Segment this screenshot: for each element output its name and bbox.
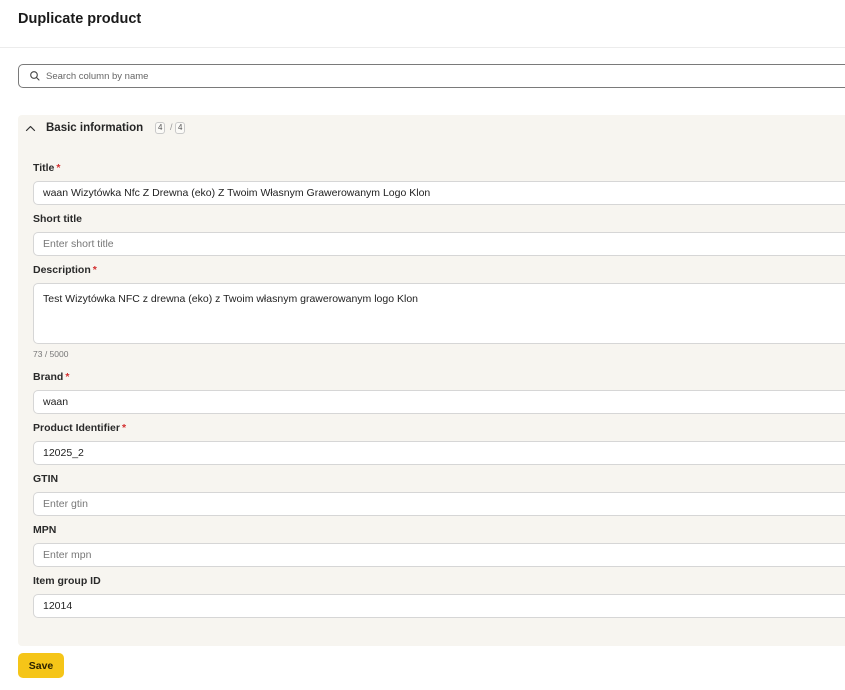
required-marker: * <box>65 371 70 383</box>
section-title: Basic information <box>46 122 144 134</box>
chevron-up-icon[interactable] <box>25 123 36 134</box>
search-input[interactable] <box>46 65 826 87</box>
description-label-text: Description <box>33 264 91 276</box>
required-marker: * <box>56 162 61 174</box>
title-label-text: Title <box>33 162 55 174</box>
item-group-id-label: Item group ID <box>33 575 101 587</box>
product-identifier-label: Product Identifier * <box>33 422 126 434</box>
required-marker: * <box>121 422 127 434</box>
page-title: Duplicate product <box>18 11 142 27</box>
brand-input[interactable] <box>33 390 845 414</box>
description-textarea[interactable]: Test Wizytówka NFC z drewna (eko) z Twoi… <box>33 283 845 344</box>
short-title-label: Short title <box>33 213 82 225</box>
section-header[interactable]: Basic information 4 / 4 <box>18 115 845 143</box>
item-group-id-input[interactable] <box>33 594 845 618</box>
mpn-label: MPN <box>33 524 57 536</box>
description-char-counter: 73 / 5000 <box>33 349 69 359</box>
page-header: Duplicate product <box>0 0 845 48</box>
product-identifier-label-text: Product Identifier <box>33 422 120 434</box>
short-title-input[interactable] <box>33 232 845 256</box>
mpn-input[interactable] <box>33 543 845 567</box>
search-box[interactable] <box>18 64 845 88</box>
save-button[interactable]: Save <box>18 653 64 678</box>
basic-information-section: Basic information 4 / 4 Title* Short tit… <box>18 115 845 646</box>
brand-label: Brand * <box>33 371 69 383</box>
total-count-badge: 4 <box>175 122 186 134</box>
title-input[interactable] <box>33 181 845 205</box>
filled-count-badge: 4 <box>155 122 166 134</box>
brand-label-text: Brand <box>33 371 64 383</box>
product-identifier-input[interactable] <box>33 441 845 465</box>
gtin-input[interactable] <box>33 492 845 516</box>
required-marker: * <box>92 264 97 276</box>
search-icon <box>30 71 40 81</box>
count-separator: / <box>170 122 173 132</box>
description-label: Description * <box>33 264 97 276</box>
gtin-label: GTIN <box>33 473 59 485</box>
title-label: Title * <box>33 162 61 174</box>
